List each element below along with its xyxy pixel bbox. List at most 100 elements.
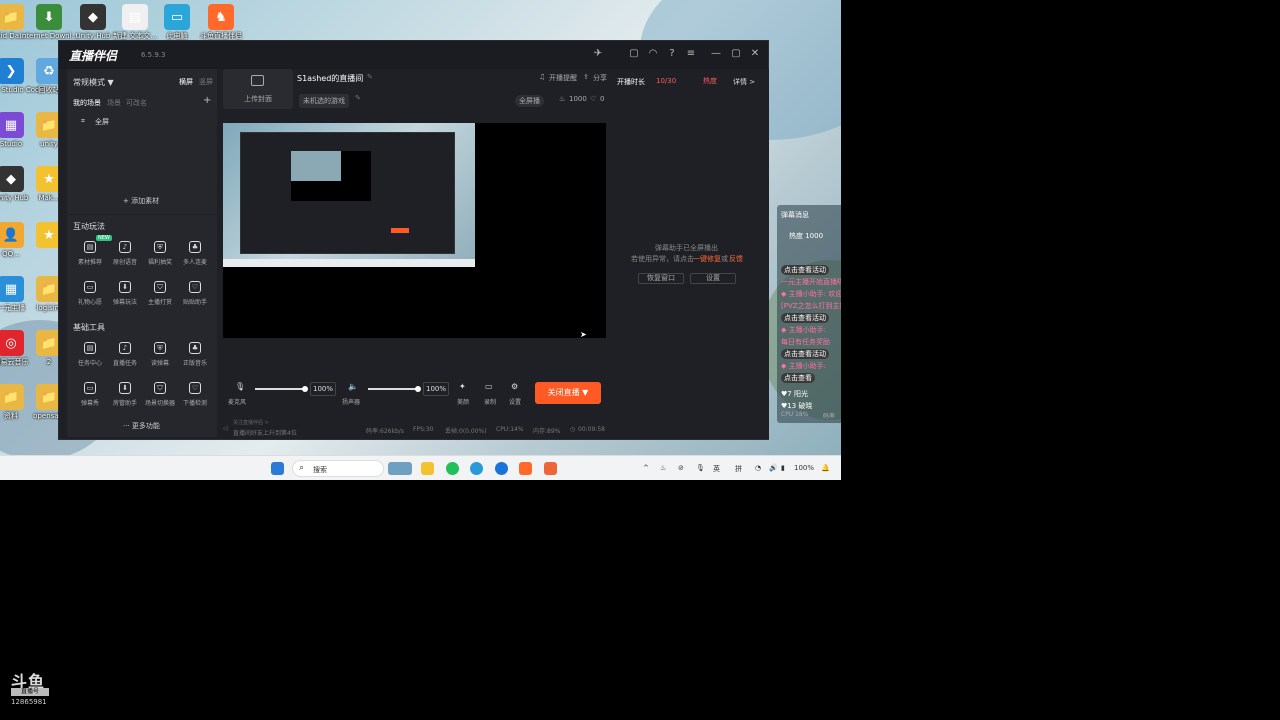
chat-icon[interactable]: ▢ bbox=[627, 47, 641, 61]
right-settings-button[interactable]: 设置 bbox=[690, 273, 736, 284]
tool-item[interactable]: ⛉ 场景切换器 bbox=[143, 382, 177, 407]
tool-item[interactable]: ⛨ 福利抽奖 bbox=[143, 241, 177, 266]
tool-item[interactable]: ▤ 任务中心 bbox=[73, 342, 107, 367]
desktop-icon[interactable]: ♞ 斗鱼直播伴侣 bbox=[198, 4, 244, 40]
tool-item[interactable]: ▭ 礼物心愿 bbox=[73, 281, 107, 306]
tool-icon: ⬇ bbox=[119, 281, 131, 293]
mic-icon[interactable]: 🎙 bbox=[235, 382, 245, 391]
settings-gear-icon[interactable]: ⚙ bbox=[511, 382, 518, 391]
mode-selector[interactable]: 常规模式 ▼ bbox=[73, 77, 114, 88]
record-label: 录制 bbox=[484, 399, 497, 406]
tray-mic-icon[interactable]: 🎙 bbox=[696, 464, 705, 472]
taskbar-search[interactable]: ⌕ 搜索 bbox=[292, 460, 384, 477]
status-notice[interactable]: 关注直播伴侣 > bbox=[233, 419, 269, 426]
speaker-icon[interactable]: 🔈 bbox=[348, 382, 358, 391]
orientation-portrait[interactable]: 竖屏 bbox=[199, 77, 213, 87]
beauty-icon[interactable]: ✦ bbox=[459, 382, 466, 391]
tool-item[interactable]: ♪ 直播任务 bbox=[108, 342, 142, 367]
tray-lang[interactable]: 英 bbox=[713, 464, 720, 474]
room-title[interactable]: S1ashed的直播间 bbox=[297, 73, 363, 84]
add-scene-icon[interactable]: + bbox=[203, 95, 211, 106]
wifi-icon[interactable]: ◔ bbox=[755, 464, 761, 472]
tab-scene[interactable]: 场景 bbox=[107, 98, 121, 108]
scene-item-fullscreen[interactable]: 全屏 bbox=[95, 117, 109, 127]
tool-item[interactable]: ♣ 多人连麦 bbox=[178, 241, 212, 266]
desktop-icon[interactable]: ▭ 此电脑 bbox=[154, 4, 200, 40]
beauty-label: 美颜 bbox=[457, 399, 470, 406]
widgets-icon[interactable] bbox=[388, 462, 412, 475]
one-click-fix-link[interactable]: 一键修复 bbox=[693, 254, 721, 264]
mic-volume-value[interactable]: 100% bbox=[310, 382, 336, 396]
tray-ime[interactable]: 拼 bbox=[735, 464, 742, 474]
tool-item[interactable]: ♡ 下播检测 bbox=[178, 382, 212, 407]
title-bar[interactable]: 直播伴侣 6.5.9.3 ✈ ▢ ◠ ? ≡ — ▢ ✕ bbox=[59, 41, 768, 69]
tool-item[interactable]: ▤ 素材推荐 bbox=[73, 241, 107, 266]
detail-link[interactable]: 详情 > bbox=[733, 77, 755, 87]
desktop-icon[interactable]: ▤ 新建 文本文... bbox=[112, 4, 158, 40]
mic-volume-slider[interactable] bbox=[255, 386, 308, 392]
app-logo: 直播伴侣 bbox=[69, 49, 118, 63]
more-features-button[interactable]: ··· 更多功能 bbox=[123, 421, 160, 431]
desktop-icon-label: Mak... bbox=[38, 194, 60, 202]
speaker-volume-knob[interactable] bbox=[415, 386, 421, 392]
tool-item[interactable]: ⛉ 主播打赏 bbox=[143, 281, 177, 306]
speaker-volume-value[interactable]: 100% bbox=[423, 382, 449, 396]
edge-icon[interactable] bbox=[470, 462, 483, 475]
edit-category-icon[interactable]: ✎ bbox=[355, 94, 361, 102]
speaker-volume-slider[interactable] bbox=[368, 386, 421, 392]
desktop-icon[interactable]: ⬇ Internet Downl... bbox=[20, 4, 78, 40]
desktop-icon[interactable]: ◆ Unity Hub bbox=[70, 4, 116, 40]
close-icon[interactable]: ✕ bbox=[748, 47, 762, 61]
share-icon[interactable]: ⇪ bbox=[583, 73, 589, 81]
tool-item[interactable]: ♣ 正版音乐 bbox=[178, 342, 212, 367]
mic-volume-knob[interactable] bbox=[302, 386, 308, 392]
tool-icon: ⛉ bbox=[154, 382, 166, 394]
windows-start-icon[interactable] bbox=[271, 462, 284, 475]
category-tag[interactable]: 未机选的游戏 bbox=[299, 94, 349, 108]
explorer-icon[interactable] bbox=[421, 462, 434, 475]
upload-cover-button[interactable]: 上传封面 bbox=[223, 69, 293, 109]
live-preview[interactable]: ➤ bbox=[223, 123, 606, 339]
wechat-icon[interactable] bbox=[446, 462, 459, 475]
stop-live-button[interactable]: 关闭直播 ▼ bbox=[535, 382, 601, 404]
tool-label: 弹幕秀 bbox=[80, 400, 99, 407]
tray-app-icon[interactable]: ♨ bbox=[660, 464, 666, 472]
edit-title-icon[interactable]: ✎ bbox=[367, 73, 373, 81]
status-notice-rank[interactable]: 直播间好友上升到第4位 bbox=[233, 428, 297, 437]
add-material-button[interactable]: + 添加素材 bbox=[123, 196, 159, 206]
tool-item[interactable]: ♪ 原创语音 bbox=[108, 241, 142, 266]
app-taskbar-icon[interactable] bbox=[544, 462, 557, 475]
tool-item[interactable]: ⬇ 弹幕玩法 bbox=[108, 281, 142, 306]
fullscreen-badge[interactable]: 全屏播 bbox=[515, 95, 544, 107]
volume-icon[interactable]: 🔊 bbox=[769, 464, 778, 472]
preview-nested-live-button bbox=[391, 228, 409, 233]
menu-icon[interactable]: ≡ bbox=[684, 47, 698, 61]
tool-item[interactable]: ⬇ 房管助手 bbox=[108, 382, 142, 407]
tray-chevron-icon[interactable]: ^ bbox=[643, 464, 649, 472]
orientation-landscape[interactable]: 横屏 bbox=[179, 77, 193, 87]
battery-icon[interactable]: ▮ bbox=[781, 464, 785, 472]
plane-icon[interactable]: ✈ bbox=[591, 47, 605, 61]
tool-item[interactable]: ▭ 弹幕秀 bbox=[73, 382, 107, 407]
feedback-link[interactable]: 反馈 bbox=[729, 254, 743, 264]
record-icon[interactable]: ▭ bbox=[485, 382, 493, 391]
maximize-icon[interactable]: ▢ bbox=[729, 47, 743, 61]
share-button[interactable]: 分享 bbox=[593, 73, 607, 83]
notify-button[interactable]: 开播提醒 bbox=[549, 73, 577, 83]
headset-icon[interactable]: ◠ bbox=[646, 47, 660, 61]
notification-bell-icon[interactable]: 🔔 bbox=[821, 464, 830, 472]
tab-rename[interactable]: 可改名 bbox=[126, 98, 147, 108]
heart-icon: ♡ bbox=[590, 95, 597, 103]
danmaku-panel[interactable]: 弹幕消息 热度 1000 点击查看活动 一元主播开始直播啦 ◆ 主播小助手: 欢迎[… bbox=[777, 205, 841, 423]
tool-icon: ▭ bbox=[84, 281, 96, 293]
notify-icon[interactable]: ♫ bbox=[539, 73, 545, 81]
minimize-icon[interactable]: — bbox=[709, 47, 723, 61]
vscode-icon[interactable] bbox=[495, 462, 508, 475]
tool-item[interactable]: ⛨ 读弹幕 bbox=[143, 342, 177, 367]
tab-my-scenes[interactable]: 我的场景 bbox=[73, 98, 101, 108]
help-icon[interactable]: ? bbox=[665, 47, 679, 61]
tray-network-off-icon[interactable]: ⊘ bbox=[678, 464, 684, 472]
douyu-companion-icon[interactable] bbox=[519, 462, 532, 475]
tool-item[interactable]: ♡ 贴贴助手 bbox=[178, 281, 212, 306]
restore-window-button[interactable]: 恢复窗口 bbox=[638, 273, 684, 284]
